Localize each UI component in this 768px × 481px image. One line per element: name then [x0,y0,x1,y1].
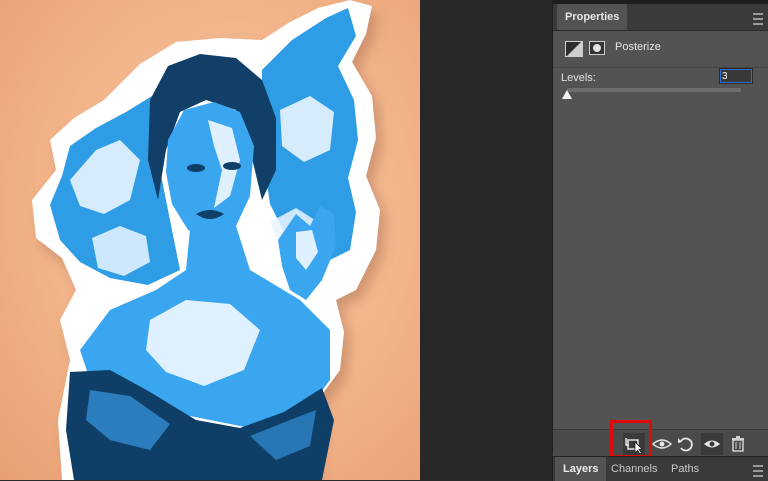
trash-icon [732,436,744,452]
pasteboard-area [420,0,552,480]
properties-tab-bar: Properties [553,4,768,31]
toggle-visibility-button[interactable] [701,433,723,455]
tab-layers[interactable]: Layers [555,457,607,481]
panel-menu-icon[interactable] [753,13,763,25]
posterize-adjustment-icon[interactable] [565,41,583,57]
eye-icon [704,440,720,448]
reset-adjustments-icon [678,437,693,452]
tab-properties[interactable]: Properties [557,4,628,30]
layers-panel-menu-icon[interactable] [753,465,763,477]
layers-tab-bar: Layers Channels Paths [552,456,768,481]
levels-label: Levels: [561,72,596,84]
levels-slider[interactable] [562,88,741,99]
adjustment-name: Posterize [615,41,661,53]
properties-bottom-toolbar [553,429,768,458]
clip-to-layer-button[interactable] [623,433,645,455]
reset-adjustments-button[interactable] [675,433,697,455]
tab-channels[interactable]: Channels [603,457,665,481]
clip-to-layer-icon [625,438,643,455]
layer-mask-icon[interactable] [589,41,605,55]
properties-panel: Properties Posterize Levels: [552,4,768,458]
adjustment-header: Posterize [553,31,768,68]
levels-slider-thumb[interactable] [562,90,572,99]
document-canvas[interactable] [0,0,420,480]
posterized-portrait-artwork [32,0,380,480]
view-previous-button[interactable] [651,433,673,455]
tab-paths[interactable]: Paths [663,457,707,481]
delete-adjustment-button[interactable] [727,433,749,455]
view-previous-state-icon [651,439,673,449]
levels-input[interactable] [719,68,753,84]
